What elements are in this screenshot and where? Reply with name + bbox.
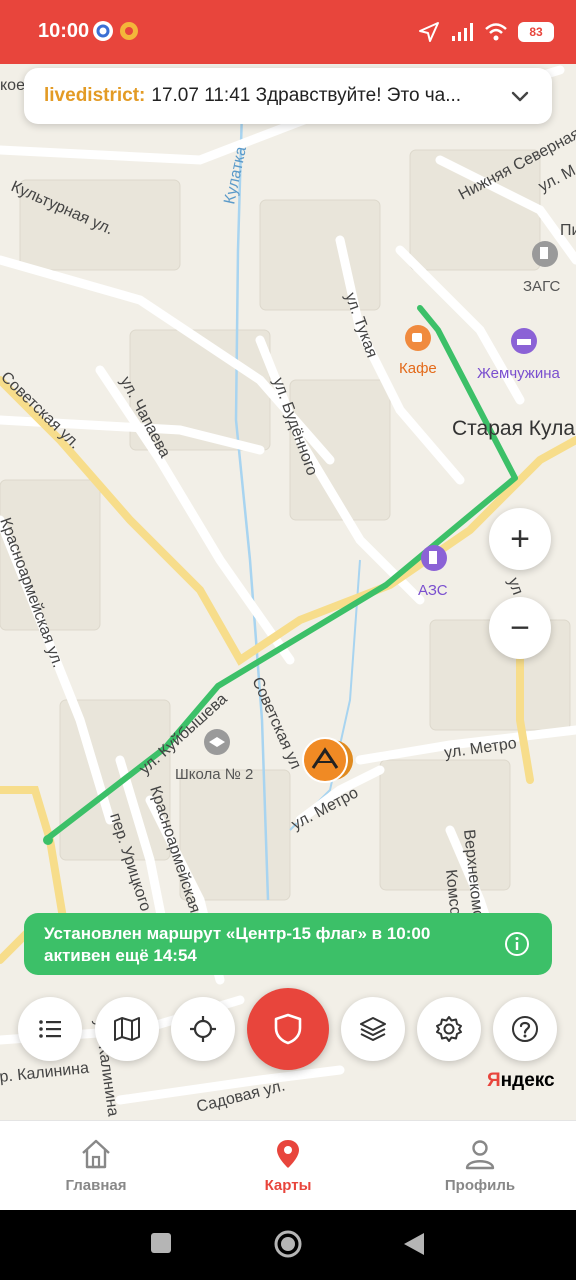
label-shkola: Школа № 2	[175, 766, 253, 783]
battery-icon: 83	[518, 22, 554, 42]
tab-profile-label: Профиль	[444, 1177, 516, 1194]
notification-app-icon	[93, 21, 113, 41]
route-status-banner[interactable]: Установлен маршрут «Центр-15 флаг» в 10:…	[24, 913, 552, 975]
yandex-logo-first: Я	[487, 1070, 501, 1091]
label-edge-m: ул. М	[536, 162, 576, 195]
system-nav-bar	[0, 1210, 576, 1280]
bottom-tab-bar: Главная Карты Профиль	[0, 1120, 576, 1210]
safety-button[interactable]	[247, 988, 329, 1070]
label-edge-koe: кое	[0, 77, 25, 94]
label-kalinina: р. Калинина	[0, 1060, 90, 1086]
label-zhemchuzhina: Жемчужина	[477, 365, 561, 382]
road-works-marker	[302, 737, 353, 783]
settings-button[interactable]	[417, 997, 481, 1061]
layers-button[interactable]	[341, 997, 405, 1061]
notification-source: livedistrict:	[44, 85, 146, 106]
tab-profile[interactable]: Профиль	[384, 1121, 576, 1211]
back-nav-icon[interactable]	[402, 1231, 426, 1257]
label-zags: ЗАГС	[523, 278, 561, 295]
zoom-out-button[interactable]: −	[489, 597, 551, 659]
locate-icon	[190, 1016, 216, 1042]
tab-maps-label: Карты	[264, 1177, 312, 1194]
settings-icon	[436, 1016, 462, 1042]
fuel-station-icon	[421, 545, 447, 571]
status-icons: 83	[418, 18, 554, 46]
home-nav-icon[interactable]	[273, 1229, 303, 1259]
label-cafe: Кафе	[399, 360, 437, 377]
shield-icon	[274, 1013, 302, 1045]
status-bar: 10:00 83	[0, 0, 576, 64]
tab-home[interactable]: Главная	[0, 1121, 192, 1211]
location-arrow-icon	[419, 22, 439, 42]
help-icon	[512, 1016, 538, 1042]
label-komso: Комсо	[442, 869, 464, 917]
map-button[interactable]	[95, 997, 159, 1061]
wifi-icon	[485, 23, 507, 41]
label-sovetskaya-mid: Советская ул	[248, 675, 304, 772]
signal-icon	[452, 23, 473, 41]
recent-apps-icon[interactable]	[150, 1232, 172, 1254]
route-status-line2: активен ещё 14:54	[44, 946, 197, 965]
label-metro-mid: ул. Метро	[289, 784, 361, 833]
notification-banner[interactable]: livedistrict: 17.07 11:41 Здравствуйте! …	[24, 68, 552, 124]
zoom-in-button[interactable]: +	[489, 508, 551, 570]
notification-text: 17.07 11:41 Здравствуйте! Это ча...	[151, 85, 462, 106]
home-icon	[82, 1139, 110, 1169]
cafe-icon	[405, 325, 431, 351]
label-metro-right: ул. Метро	[443, 735, 518, 762]
hotel-icon	[511, 328, 537, 354]
yandex-logo-rest: ндекс	[500, 1070, 555, 1091]
status-time: 10:00	[38, 20, 90, 42]
school-icon	[204, 729, 230, 755]
list-icon	[39, 1020, 61, 1038]
info-icon[interactable]	[504, 931, 530, 957]
map-pin-icon	[277, 1140, 299, 1168]
list-button[interactable]	[18, 997, 82, 1061]
route-status-line1: Установлен маршрут «Центр-15 флаг» в 10:…	[44, 924, 431, 943]
label-edge-ul: ул	[504, 576, 526, 598]
zags-icon	[532, 241, 558, 267]
notification-app2-icon	[120, 22, 138, 40]
chevron-down-icon[interactable]	[508, 84, 532, 108]
tab-maps[interactable]: Карты	[192, 1121, 384, 1211]
yandex-logo: Яндекс	[487, 1070, 555, 1092]
label-sovetskaya-top: Советская ул.	[0, 369, 83, 453]
profile-icon	[465, 1140, 495, 1170]
layers-icon	[360, 1017, 386, 1041]
label-edge-pi: Пи	[560, 222, 576, 239]
tab-home-label: Главная	[65, 1177, 127, 1194]
locate-button[interactable]	[171, 997, 235, 1061]
label-staraya-kulatka: Старая Кула	[452, 417, 575, 440]
map-icon	[114, 1017, 140, 1041]
help-button[interactable]	[493, 997, 557, 1061]
label-azs: АЗС	[418, 582, 448, 599]
